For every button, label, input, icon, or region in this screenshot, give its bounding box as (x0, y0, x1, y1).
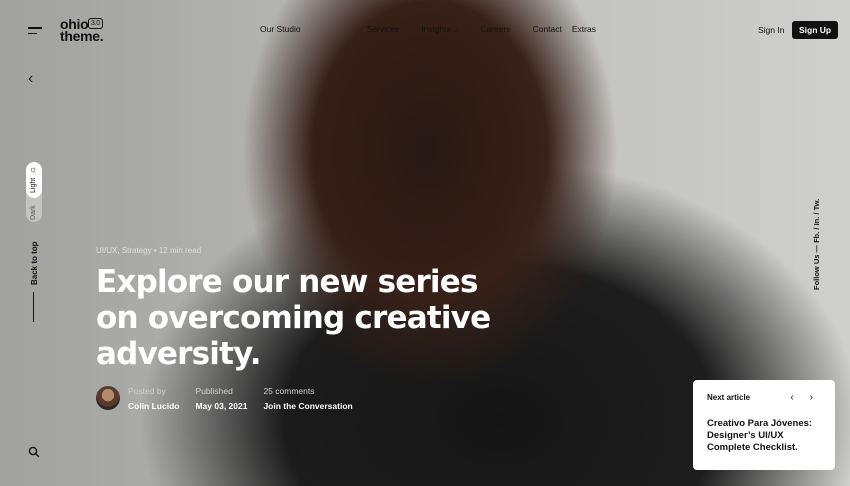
published-label: Published (195, 386, 233, 396)
article-meta: UI/UX, Strategy • 12 min read (96, 246, 202, 255)
next-article-card[interactable]: Next article ‹ › Creativo Para Jóvenes: … (693, 380, 835, 470)
sun-icon: ☼ (29, 164, 38, 174)
nav-careers[interactable]: Careers (480, 24, 510, 34)
mode-light-label[interactable]: Light (30, 178, 37, 193)
join-conversation-link[interactable]: Join the Conversation (263, 401, 352, 411)
back-to-top-link[interactable]: Back to top (30, 241, 39, 285)
back-arrow-icon[interactable]: ‹ (28, 70, 33, 88)
page: ohio theme. 3.0 Our Studio Services Insi… (0, 0, 850, 486)
sign-in-link[interactable]: Sign In (758, 25, 784, 35)
article-headline: Explore our new series on overcoming cre… (96, 264, 491, 372)
posted-by-label: Posted by (128, 386, 166, 396)
article-byline: Posted by Colin Lucido Published May 03,… (96, 386, 369, 411)
nav-extras[interactable]: Extras (572, 24, 596, 34)
hamburger-icon[interactable] (28, 27, 42, 35)
main-nav: Our Studio Services Insights Careers Con… (260, 24, 618, 34)
next-article-title[interactable]: Creativo Para Jóvenes: Designer’s UI/UX … (707, 418, 821, 454)
nav-services[interactable]: Services (367, 24, 400, 34)
rail-divider (33, 292, 34, 322)
logo[interactable]: ohio theme. 3.0 (60, 16, 104, 44)
sign-up-button[interactable]: Sign Up (792, 21, 839, 39)
author-name[interactable]: Colin Lucido (128, 401, 179, 411)
search-icon[interactable] (28, 445, 40, 463)
nav-contact[interactable]: Contact (533, 24, 562, 34)
published-date: May 03, 2021 (195, 401, 248, 411)
version-badge: 3.0 (88, 18, 103, 29)
logo-text: ohio theme. (60, 16, 104, 44)
avatar (96, 386, 120, 410)
chevron-right-icon[interactable]: › (810, 392, 813, 403)
chevron-left-icon[interactable]: ‹ (790, 392, 793, 403)
comments-count: 25 comments (263, 386, 315, 396)
mode-dark-label[interactable]: Dark (30, 205, 37, 220)
social-follow-links[interactable]: Follow Us — Fb. / In. / Tw. (812, 199, 821, 290)
nav-insights[interactable]: Insights (421, 24, 458, 34)
nav-our-studio[interactable]: Our Studio (260, 24, 301, 34)
